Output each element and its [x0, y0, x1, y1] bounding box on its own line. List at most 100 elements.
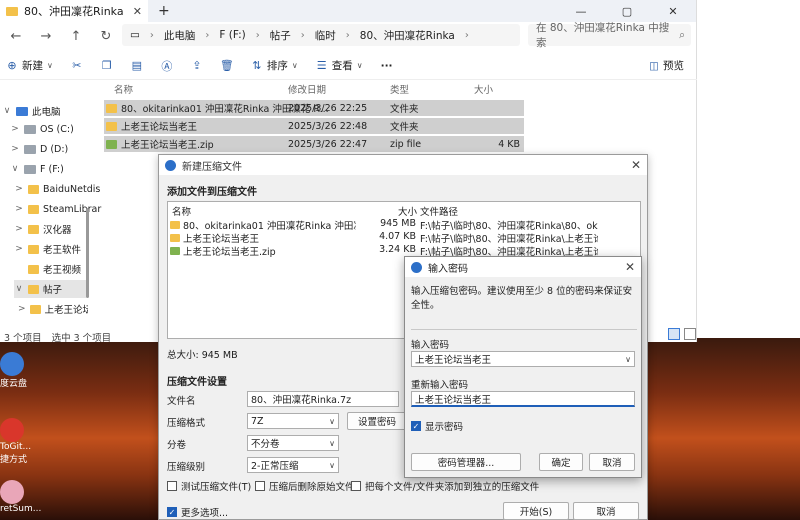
sidebar-item-drive-c[interactable]: > OS (C:): [10, 120, 100, 138]
drive-icon: [24, 144, 36, 154]
sidebar-item-laowang-software[interactable]: > 老王软件: [14, 240, 104, 258]
column-header-date[interactable]: 修改日期: [288, 82, 326, 96]
sort-button[interactable]: ⇅ 排序 ∨: [251, 58, 297, 73]
delete-button[interactable]: 🗑: [220, 59, 234, 72]
sidebar-item-this-pc[interactable]: ∨ 此电脑: [2, 102, 92, 120]
set-password-button[interactable]: 设置密码: [347, 412, 407, 430]
close-icon[interactable]: ✕: [625, 260, 635, 274]
computer-icon: [16, 106, 28, 116]
column-header-size[interactable]: 大小: [398, 204, 417, 218]
copy-icon: ❐: [101, 59, 112, 72]
file-name-cell: 上老王论坛当老王: [106, 119, 197, 133]
list-item[interactable]: 80、okitarinka01 沖田凜花Rinka 沖田凜花 Ri... 945…: [170, 218, 640, 232]
confirm-password-input[interactable]: 上老王论坛当老王: [411, 391, 635, 407]
sidebar-item-laowang-video[interactable]: 老王视频: [14, 260, 104, 278]
desktop-icon-retsum[interactable]: retSum...: [0, 480, 41, 514]
share-button[interactable]: ⇪: [191, 59, 203, 72]
copy-button[interactable]: ❐: [101, 59, 113, 72]
checkbox-box: ✓: [167, 507, 177, 517]
chevron-icon[interactable]: >: [10, 144, 20, 154]
breadcrumb-separator: ›: [149, 29, 154, 41]
forward-arrow-icon[interactable]: →: [38, 29, 54, 44]
show-password-checkbox[interactable]: ✓ 显示密码: [411, 419, 463, 433]
filename-field[interactable]: 80、沖田凜花Rinka.7z: [247, 391, 399, 407]
sidebar-item-hanhuaqi[interactable]: > 汉化器: [14, 220, 104, 238]
rename-button[interactable]: Ⓐ: [161, 60, 173, 73]
file-name-cell: 上老王论坛当老王.zip: [106, 137, 214, 151]
delete-original-checkbox[interactable]: 压缩后删除原始文件: [255, 479, 355, 493]
sidebar-item-drive-d[interactable]: > D (D:): [10, 140, 100, 158]
chevron-icon[interactable]: >: [14, 204, 24, 214]
tab-current-folder[interactable]: 80、沖田凜花Rinka ✕: [0, 0, 148, 22]
preview-label: 预览: [663, 60, 684, 72]
test-archive-checkbox[interactable]: 测试压缩文件(T): [167, 479, 251, 493]
chevron-icon[interactable]: >: [14, 184, 24, 194]
format-select[interactable]: 7Z ∨: [247, 413, 339, 429]
file-date: 2025/3/26 22:48: [288, 120, 368, 132]
chevron-icon[interactable]: >: [10, 124, 20, 134]
level-select[interactable]: 2-正常压缩 ∨: [247, 457, 339, 473]
breadcrumb-item[interactable]: 临时: [315, 28, 336, 43]
breadcrumb[interactable]: ▭ › 此电脑 › F (F:) › 帖子 › 临时 › 80、沖田凜花Rink…: [122, 24, 520, 46]
column-header-name[interactable]: 名称: [172, 204, 191, 218]
more-options-checkbox[interactable]: ✓ 更多选项...: [167, 505, 228, 519]
chevron-icon[interactable]: >: [18, 304, 26, 314]
start-button[interactable]: 开始(S): [503, 502, 569, 520]
close-icon[interactable]: ✕: [631, 158, 641, 172]
up-arrow-icon[interactable]: ↑: [68, 29, 84, 44]
more-options-button[interactable]: ···: [381, 60, 393, 72]
split-select[interactable]: 不分卷 ∨: [247, 435, 339, 451]
tab-close-icon[interactable]: ✕: [133, 5, 142, 18]
password-input[interactable]: 上老王论坛当老王 ∨: [411, 351, 635, 367]
close-window-button[interactable]: ✕: [650, 0, 696, 22]
column-header-size[interactable]: 大小: [474, 82, 493, 96]
table-row[interactable]: 上老王论坛当老王 2025/3/26 22:48 文件夹: [104, 118, 524, 134]
chevron-icon[interactable]: >: [14, 244, 24, 254]
sidebar-item-laowang-forum[interactable]: > 上老王论坛当: [18, 300, 88, 318]
breadcrumb-item[interactable]: F (F:): [219, 29, 245, 41]
sidebar-label: F (F:): [40, 163, 64, 175]
chevron-down-icon[interactable]: ∨: [625, 355, 631, 364]
sidebar-item-drive-f[interactable]: ∨ F (F:): [10, 160, 100, 178]
tiles-view-icon[interactable]: [684, 328, 696, 340]
column-header-path[interactable]: 文件路径: [420, 204, 458, 218]
sidebar-item-baidunetdisk[interactable]: > BaiduNetdis: [14, 180, 104, 198]
view-button[interactable]: ☰ 查看 ∨: [316, 58, 363, 73]
table-row[interactable]: 上老王论坛当老王.zip 2025/3/26 22:47 zip file 4 …: [104, 136, 524, 152]
search-input[interactable]: 在 80、沖田凜花Rinka 中搜索 ⌕: [528, 22, 691, 49]
chevron-icon[interactable]: ∨: [14, 284, 24, 294]
new-tab-icon[interactable]: +: [158, 3, 170, 19]
sidebar-label: OS (C:): [40, 123, 74, 135]
desktop-icon-togit[interactable]: ToGit... 捷方式: [0, 418, 31, 465]
cut-button[interactable]: ✂: [71, 59, 83, 72]
breadcrumb-item[interactable]: 80、沖田凜花Rinka: [360, 28, 455, 43]
paste-button[interactable]: ▤: [131, 59, 143, 72]
breadcrumb-item[interactable]: 此电脑: [164, 28, 196, 43]
password-cancel-button[interactable]: 取消: [589, 453, 635, 471]
cancel-button[interactable]: 取消: [573, 502, 639, 520]
table-row[interactable]: 80、okitarinka01 沖田凜花Rinka 沖田凜花 R... 2025…: [104, 100, 524, 116]
details-view-icon[interactable]: [668, 328, 680, 340]
column-header-type[interactable]: 类型: [390, 82, 409, 96]
chevron-icon[interactable]: >: [14, 224, 24, 234]
sidebar-item-posts[interactable]: ∨ 帖子: [14, 280, 86, 298]
folder-icon: [28, 204, 39, 214]
sidebar-scrollbar[interactable]: [86, 208, 89, 298]
desktop-icon-baidu[interactable]: 度云盘: [0, 352, 30, 389]
preview-pane-button[interactable]: ◫ 预览: [649, 58, 684, 73]
breadcrumb-item[interactable]: 帖子: [270, 28, 291, 43]
minimize-button[interactable]: —: [558, 0, 604, 22]
ok-button[interactable]: 确定: [539, 453, 583, 471]
list-item[interactable]: 上老王论坛当老王 4.07 KB F:\帖子\临时\80、沖田凜花Rinka\上…: [170, 231, 640, 245]
maximize-button[interactable]: ▢: [604, 0, 650, 22]
separate-archives-checkbox[interactable]: 把每个文件/文件夹添加到独立的压缩文件: [351, 479, 539, 493]
chevron-down-icon: ∨: [329, 460, 335, 470]
chevron-icon[interactable]: ∨: [2, 106, 12, 116]
column-header-name[interactable]: 名称: [114, 82, 133, 96]
password-manager-button[interactable]: 密码管理器...: [411, 453, 521, 471]
new-button[interactable]: ⊕ 新建 ∨: [6, 58, 52, 73]
sidebar-item-steamlibrary[interactable]: > SteamLibrar: [14, 200, 104, 218]
back-arrow-icon[interactable]: ←: [8, 29, 24, 44]
chevron-icon[interactable]: ∨: [10, 164, 20, 174]
refresh-icon[interactable]: ↻: [98, 29, 114, 44]
